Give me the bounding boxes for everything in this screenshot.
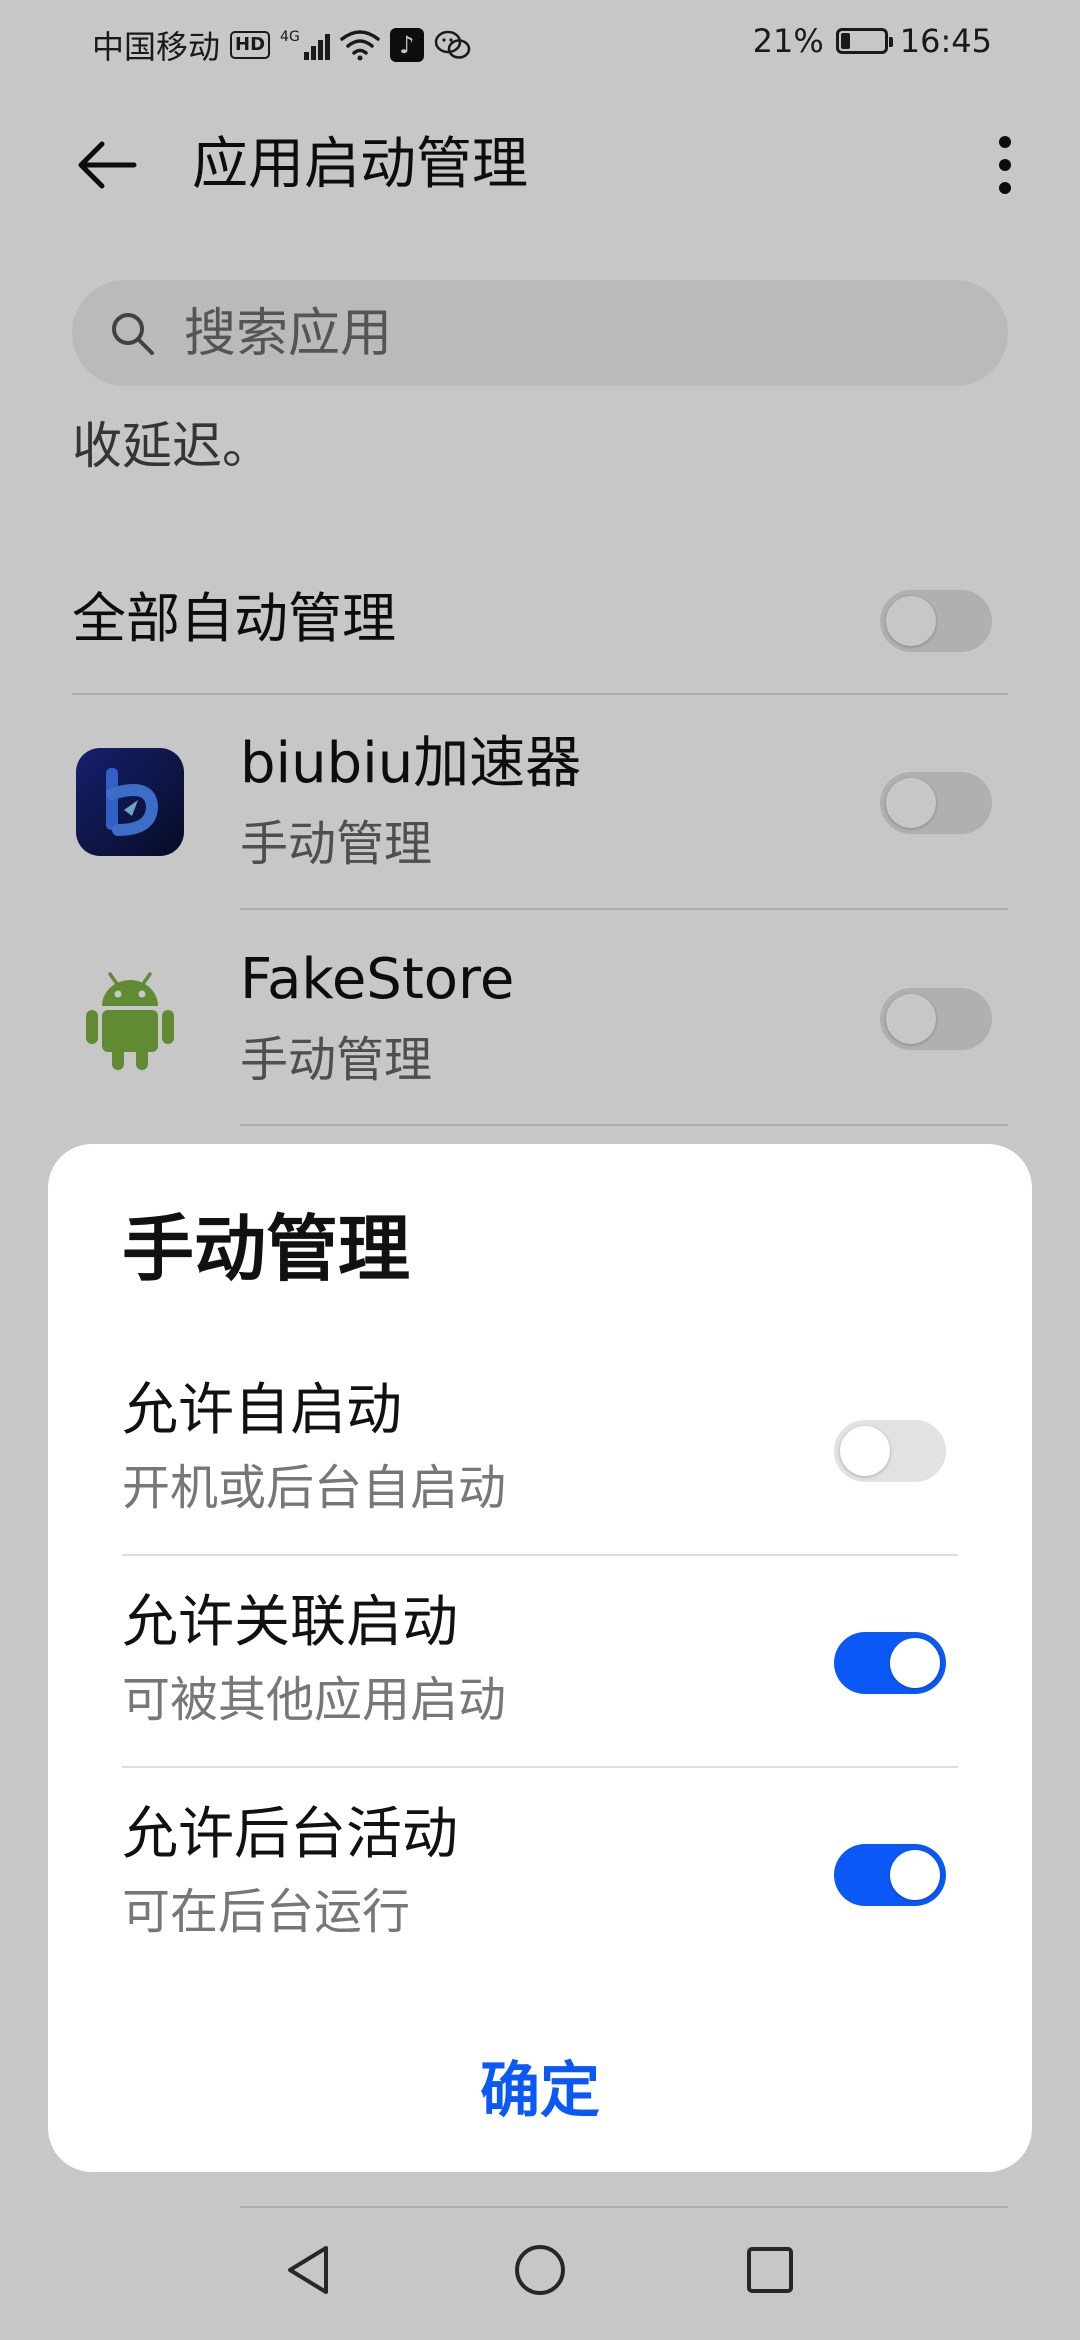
confirm-button[interactable]: 确定 bbox=[340, 2030, 740, 2140]
divider bbox=[122, 1766, 958, 1768]
toggle-knob bbox=[890, 1850, 940, 1900]
associated-launch-toggle[interactable] bbox=[834, 1632, 946, 1694]
auto-launch-toggle[interactable] bbox=[834, 1420, 946, 1482]
option-title-auto-launch: 允许自启动 bbox=[122, 1378, 402, 1443]
option-title-associated-launch: 允许关联启动 bbox=[122, 1590, 458, 1655]
background-activity-toggle[interactable] bbox=[834, 1844, 946, 1906]
app-launch-management-screen: 中国移动 HD 4G ♪ 21% 16:45 应用启动管理 搜索应用 收延迟。 … bbox=[0, 0, 1080, 2340]
option-subtitle-background-activity: 可在后台运行 bbox=[122, 1884, 411, 1940]
option-subtitle-associated-launch: 可被其他应用启动 bbox=[122, 1672, 507, 1728]
manual-management-dialog: 手动管理 允许自启动 开机或后台自启动 允许关联启动 可被其他应用启动 允许后台… bbox=[48, 1144, 1032, 2172]
option-title-background-activity: 允许后台活动 bbox=[122, 1802, 458, 1867]
dialog-title: 手动管理 bbox=[122, 1207, 411, 1291]
toggle-knob bbox=[890, 1638, 940, 1688]
toggle-knob bbox=[840, 1426, 890, 1476]
divider bbox=[122, 1554, 958, 1556]
option-subtitle-auto-launch: 开机或后台自启动 bbox=[122, 1460, 507, 1516]
